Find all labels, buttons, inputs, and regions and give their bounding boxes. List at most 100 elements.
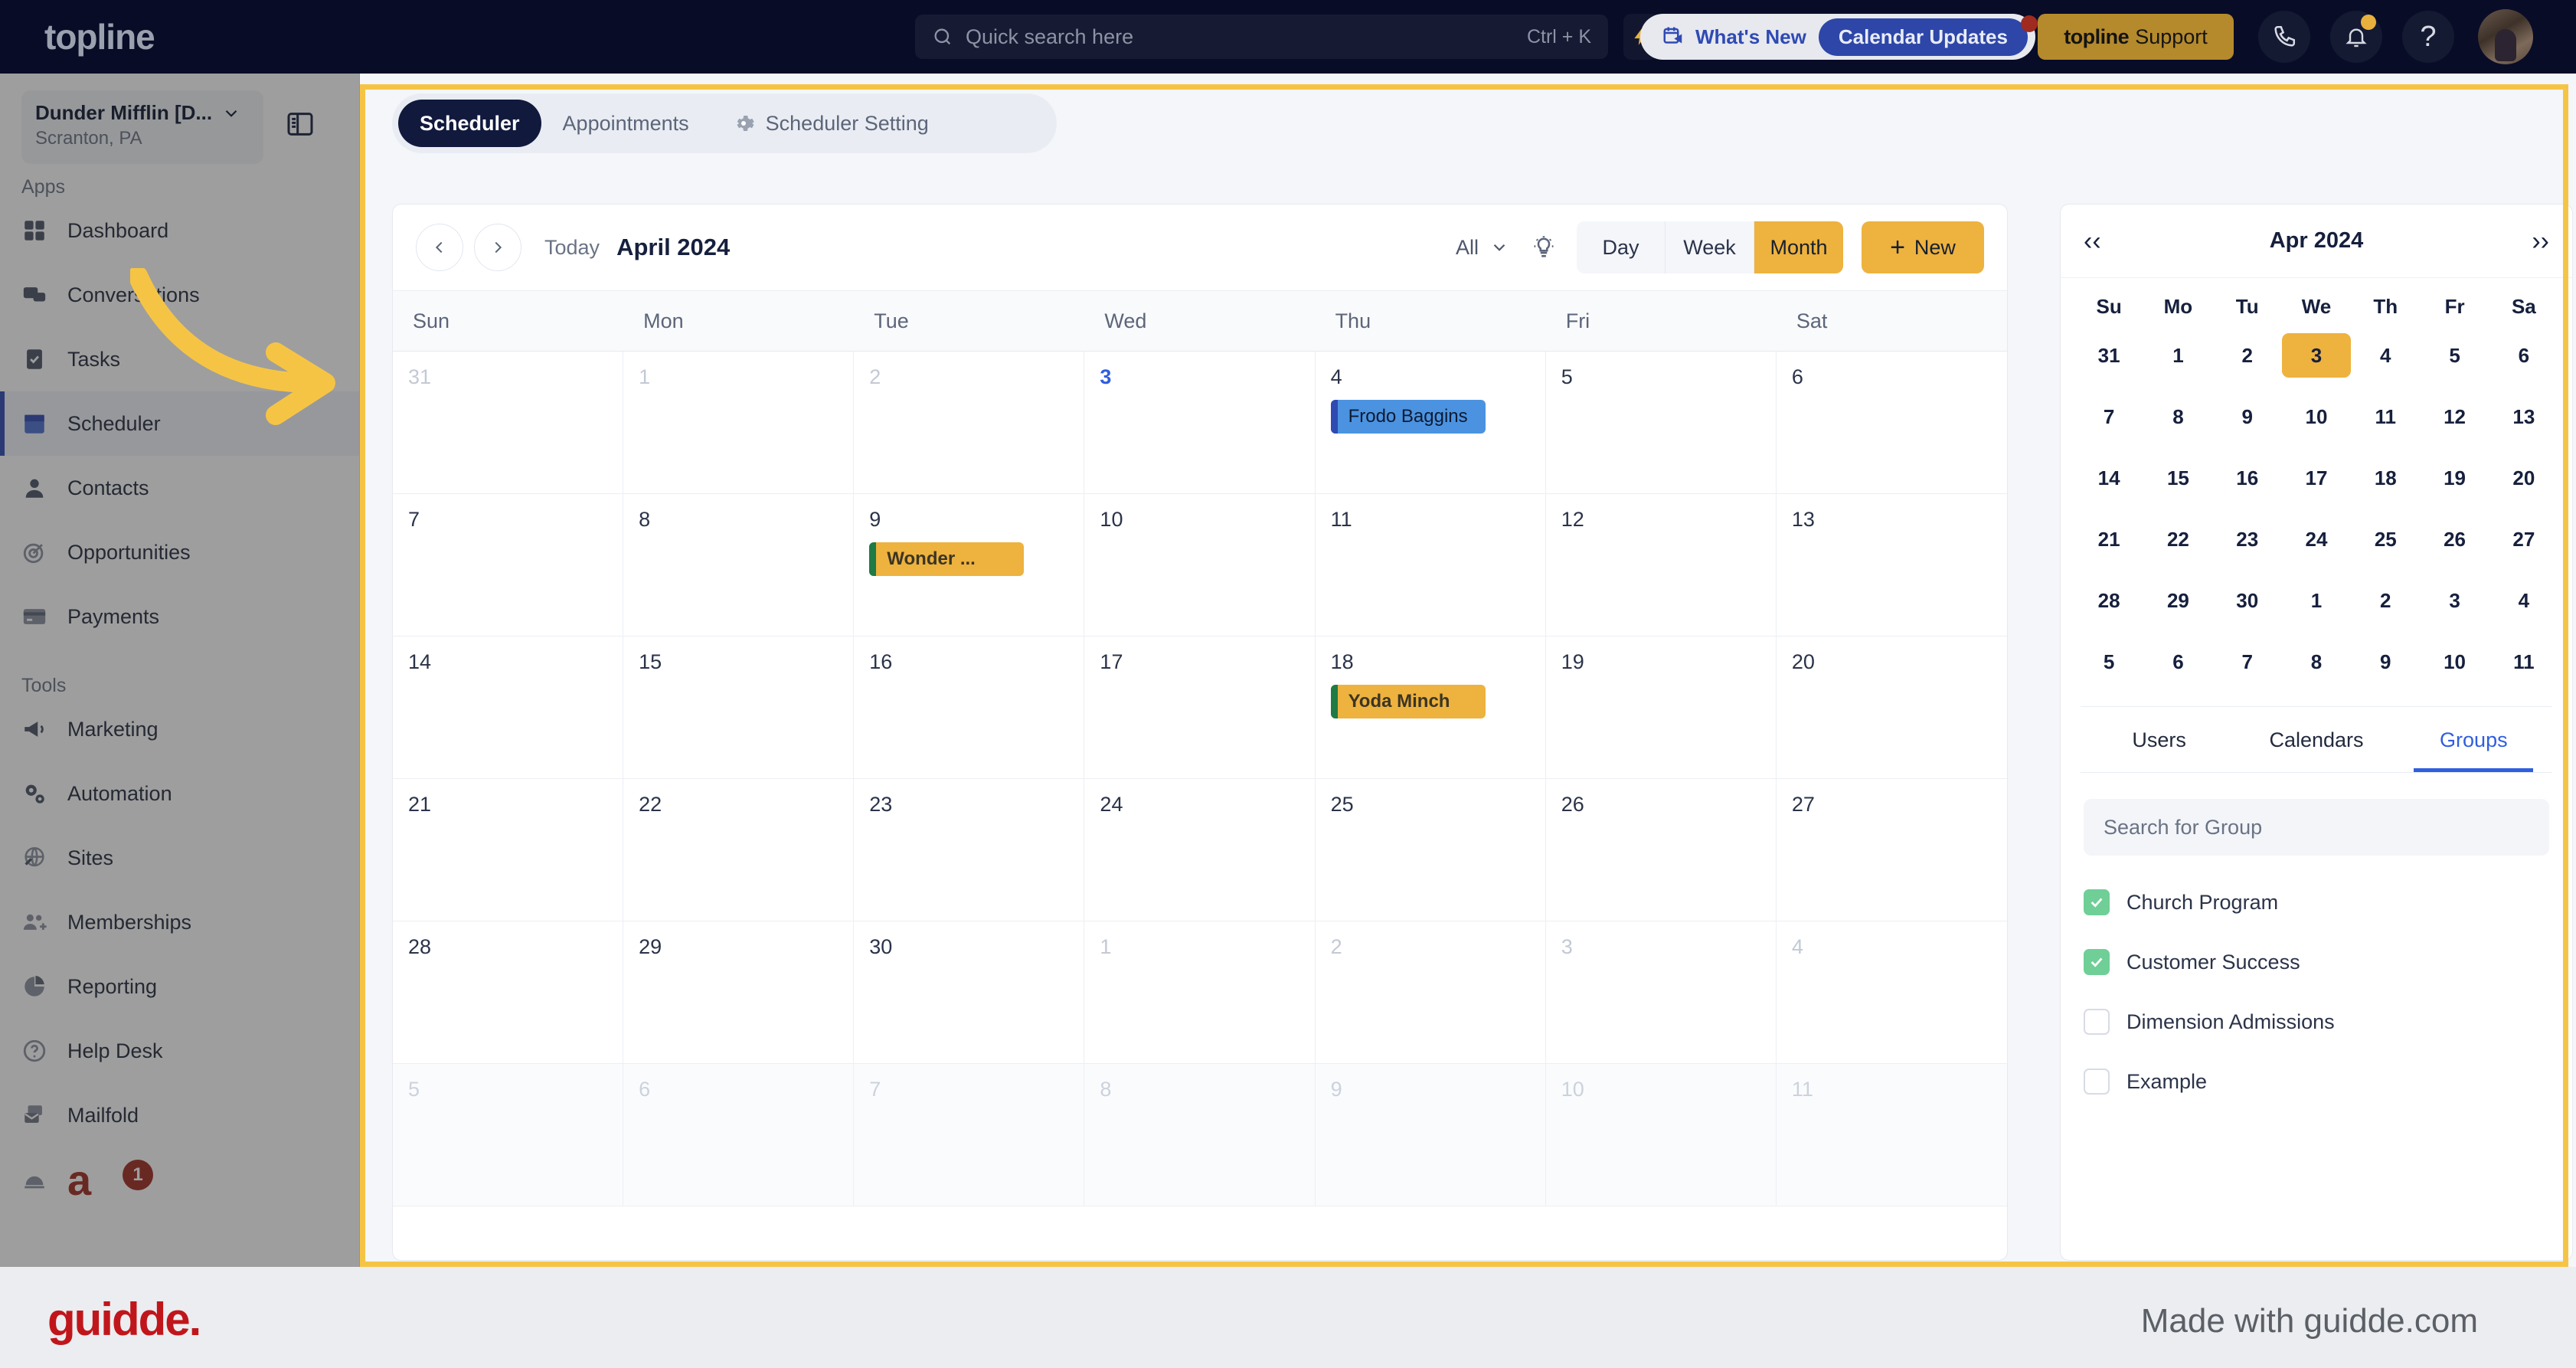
panel-toggle-button[interactable]	[285, 109, 315, 143]
mini-calendar-day[interactable]: 24	[2282, 517, 2351, 561]
calendar-day-cell[interactable]: 5	[393, 1064, 624, 1206]
calendar-day-cell[interactable]: 9 Wonder ...	[854, 494, 1085, 636]
calendar-day-cell[interactable]: 25	[1316, 779, 1546, 921]
tab-calendars[interactable]: Calendars	[2238, 707, 2395, 772]
mini-calendar-day[interactable]: 11	[2351, 394, 2420, 439]
mini-calendar-day[interactable]: 1	[2282, 578, 2351, 623]
sidebar-item-mailfold[interactable]: Mailfold	[0, 1083, 359, 1147]
group-list-item[interactable]: Dimension Admissions	[2061, 992, 2572, 1052]
calendar-day-cell[interactable]: 15	[623, 637, 855, 778]
tab-scheduler[interactable]: Scheduler	[398, 100, 541, 147]
calendar-day-cell[interactable]: 7	[393, 494, 624, 636]
tab-appointments[interactable]: Appointments	[541, 100, 711, 147]
calendar-prev-button[interactable]	[416, 224, 463, 271]
calendar-day-cell[interactable]: 22	[623, 779, 855, 921]
phone-button[interactable]	[2258, 11, 2310, 63]
mini-calendar-day[interactable]: 20	[2489, 456, 2558, 500]
tab-scheduler-setting[interactable]: Scheduler Setting	[711, 100, 950, 147]
notifications-button[interactable]	[2330, 11, 2382, 63]
mini-calendar-day[interactable]: 1	[2143, 333, 2212, 378]
lightbulb-icon[interactable]	[1531, 234, 1557, 260]
sidebar-item-automation[interactable]: Automation	[0, 761, 359, 826]
sidebar-item-partial[interactable]: a 1	[0, 1147, 359, 1212]
view-month-button[interactable]: Month	[1754, 221, 1843, 273]
mini-calendar-day[interactable]: 21	[2074, 517, 2143, 561]
mini-calendar-next-button[interactable]: ››	[2532, 228, 2549, 254]
calendar-day-cell[interactable]: 24	[1084, 779, 1316, 921]
calendar-day-cell[interactable]: 4 Frodo Baggins	[1316, 352, 1546, 493]
sidebar-item-reporting[interactable]: Reporting	[0, 954, 359, 1019]
mini-calendar-day[interactable]: 12	[2420, 394, 2489, 439]
sidebar-item-scheduler[interactable]: Scheduler	[0, 391, 359, 456]
sidebar-item-payments[interactable]: Payments	[0, 584, 359, 649]
sidebar-item-memberships[interactable]: Memberships	[0, 890, 359, 954]
help-button[interactable]: ?	[2402, 11, 2454, 63]
calendar-day-cell[interactable]: 31	[393, 352, 624, 493]
calendar-day-cell[interactable]: 12	[1546, 494, 1777, 636]
calendar-day-cell[interactable]: 5	[1546, 352, 1777, 493]
sidebar-item-dashboard[interactable]: Dashboard	[0, 198, 359, 263]
calendar-filter-dropdown[interactable]: All	[1456, 236, 1509, 260]
calendar-day-cell[interactable]: 9	[1315, 1064, 1546, 1206]
calendar-day-cell[interactable]: 21	[393, 779, 624, 921]
calendar-day-cell[interactable]: 6	[623, 1064, 855, 1206]
mini-calendar-day[interactable]: 30	[2213, 578, 2282, 623]
calendar-day-cell[interactable]: 4	[1777, 921, 2007, 1063]
mini-calendar-day[interactable]: 9	[2213, 394, 2282, 439]
quick-search-box[interactable]: Quick search here Ctrl + K	[915, 15, 1608, 59]
sidebar-item-tasks[interactable]: Tasks	[0, 327, 359, 391]
calendar-day-cell[interactable]: 3	[1546, 921, 1777, 1063]
calendar-day-cell[interactable]: 8	[623, 494, 855, 636]
mini-calendar-day[interactable]: 14	[2074, 456, 2143, 500]
new-event-button[interactable]: + New	[1862, 221, 1984, 273]
calendar-day-cell[interactable]: 26	[1546, 779, 1777, 921]
mini-calendar-day[interactable]: 15	[2143, 456, 2212, 500]
view-week-button[interactable]: Week	[1666, 221, 1754, 273]
mini-calendar-day[interactable]: 18	[2351, 456, 2420, 500]
mini-calendar-day[interactable]: 7	[2213, 640, 2282, 684]
group-search-input[interactable]: Search for Group	[2084, 799, 2549, 856]
calendar-day-cell[interactable]: 10	[1084, 494, 1316, 636]
calendar-day-cell[interactable]: 20	[1777, 637, 2007, 778]
calendar-day-cell[interactable]: 8	[1084, 1064, 1316, 1206]
calendar-day-cell[interactable]: 14	[393, 637, 624, 778]
calendar-day-cell[interactable]: 13	[1777, 494, 2007, 636]
mini-calendar-day[interactable]: 3	[2420, 578, 2489, 623]
calendar-day-cell[interactable]: 2	[1316, 921, 1546, 1063]
calendar-event[interactable]: Frodo Baggins	[1330, 400, 1486, 434]
mini-calendar-day[interactable]: 17	[2282, 456, 2351, 500]
mini-calendar-day[interactable]: 5	[2074, 640, 2143, 684]
group-list-item[interactable]: Example	[2061, 1052, 2572, 1111]
tab-users[interactable]: Users	[2081, 707, 2238, 772]
calendar-day-cell[interactable]: 1	[623, 352, 855, 493]
calendar-day-cell[interactable]: 23	[854, 779, 1085, 921]
group-checkbox[interactable]	[2084, 889, 2110, 915]
mini-calendar-day[interactable]: 26	[2420, 517, 2489, 561]
mini-calendar-day[interactable]: 11	[2489, 640, 2558, 684]
group-list-item[interactable]: Church Program	[2061, 872, 2572, 932]
mini-calendar-day[interactable]: 9	[2351, 640, 2420, 684]
whats-new-banner[interactable]: What's New Calendar Updates	[1640, 14, 2038, 60]
sidebar-item-conversations[interactable]: Conversations	[0, 263, 359, 327]
mini-calendar-day[interactable]: 10	[2420, 640, 2489, 684]
today-button[interactable]: Today	[544, 236, 600, 260]
mini-calendar-day[interactable]: 19	[2420, 456, 2489, 500]
calendar-day-cell[interactable]: 11	[1316, 494, 1546, 636]
user-avatar[interactable]	[2478, 9, 2533, 64]
mini-calendar-day[interactable]: 13	[2489, 394, 2558, 439]
calendar-day-cell[interactable]: 11	[1776, 1064, 2007, 1206]
mini-calendar-day[interactable]: 4	[2489, 578, 2558, 623]
calendar-day-cell[interactable]: 3	[1084, 352, 1316, 493]
calendar-day-cell[interactable]: 28	[393, 921, 624, 1063]
mini-calendar-day[interactable]: 29	[2143, 578, 2212, 623]
calendar-next-button[interactable]	[474, 224, 521, 271]
group-checkbox[interactable]	[2084, 1069, 2110, 1095]
group-list-item[interactable]: Customer Success	[2061, 932, 2572, 992]
calendar-day-cell[interactable]: 7	[854, 1064, 1085, 1206]
calendar-day-cell[interactable]: 2	[854, 352, 1085, 493]
calendar-day-cell[interactable]: 16	[854, 637, 1085, 778]
calendar-updates-pill[interactable]: Calendar Updates	[1818, 18, 2028, 56]
mini-calendar-day[interactable]: 23	[2213, 517, 2282, 561]
sidebar-item-marketing[interactable]: Marketing	[0, 697, 359, 761]
mini-calendar-day[interactable]: 2	[2351, 578, 2420, 623]
